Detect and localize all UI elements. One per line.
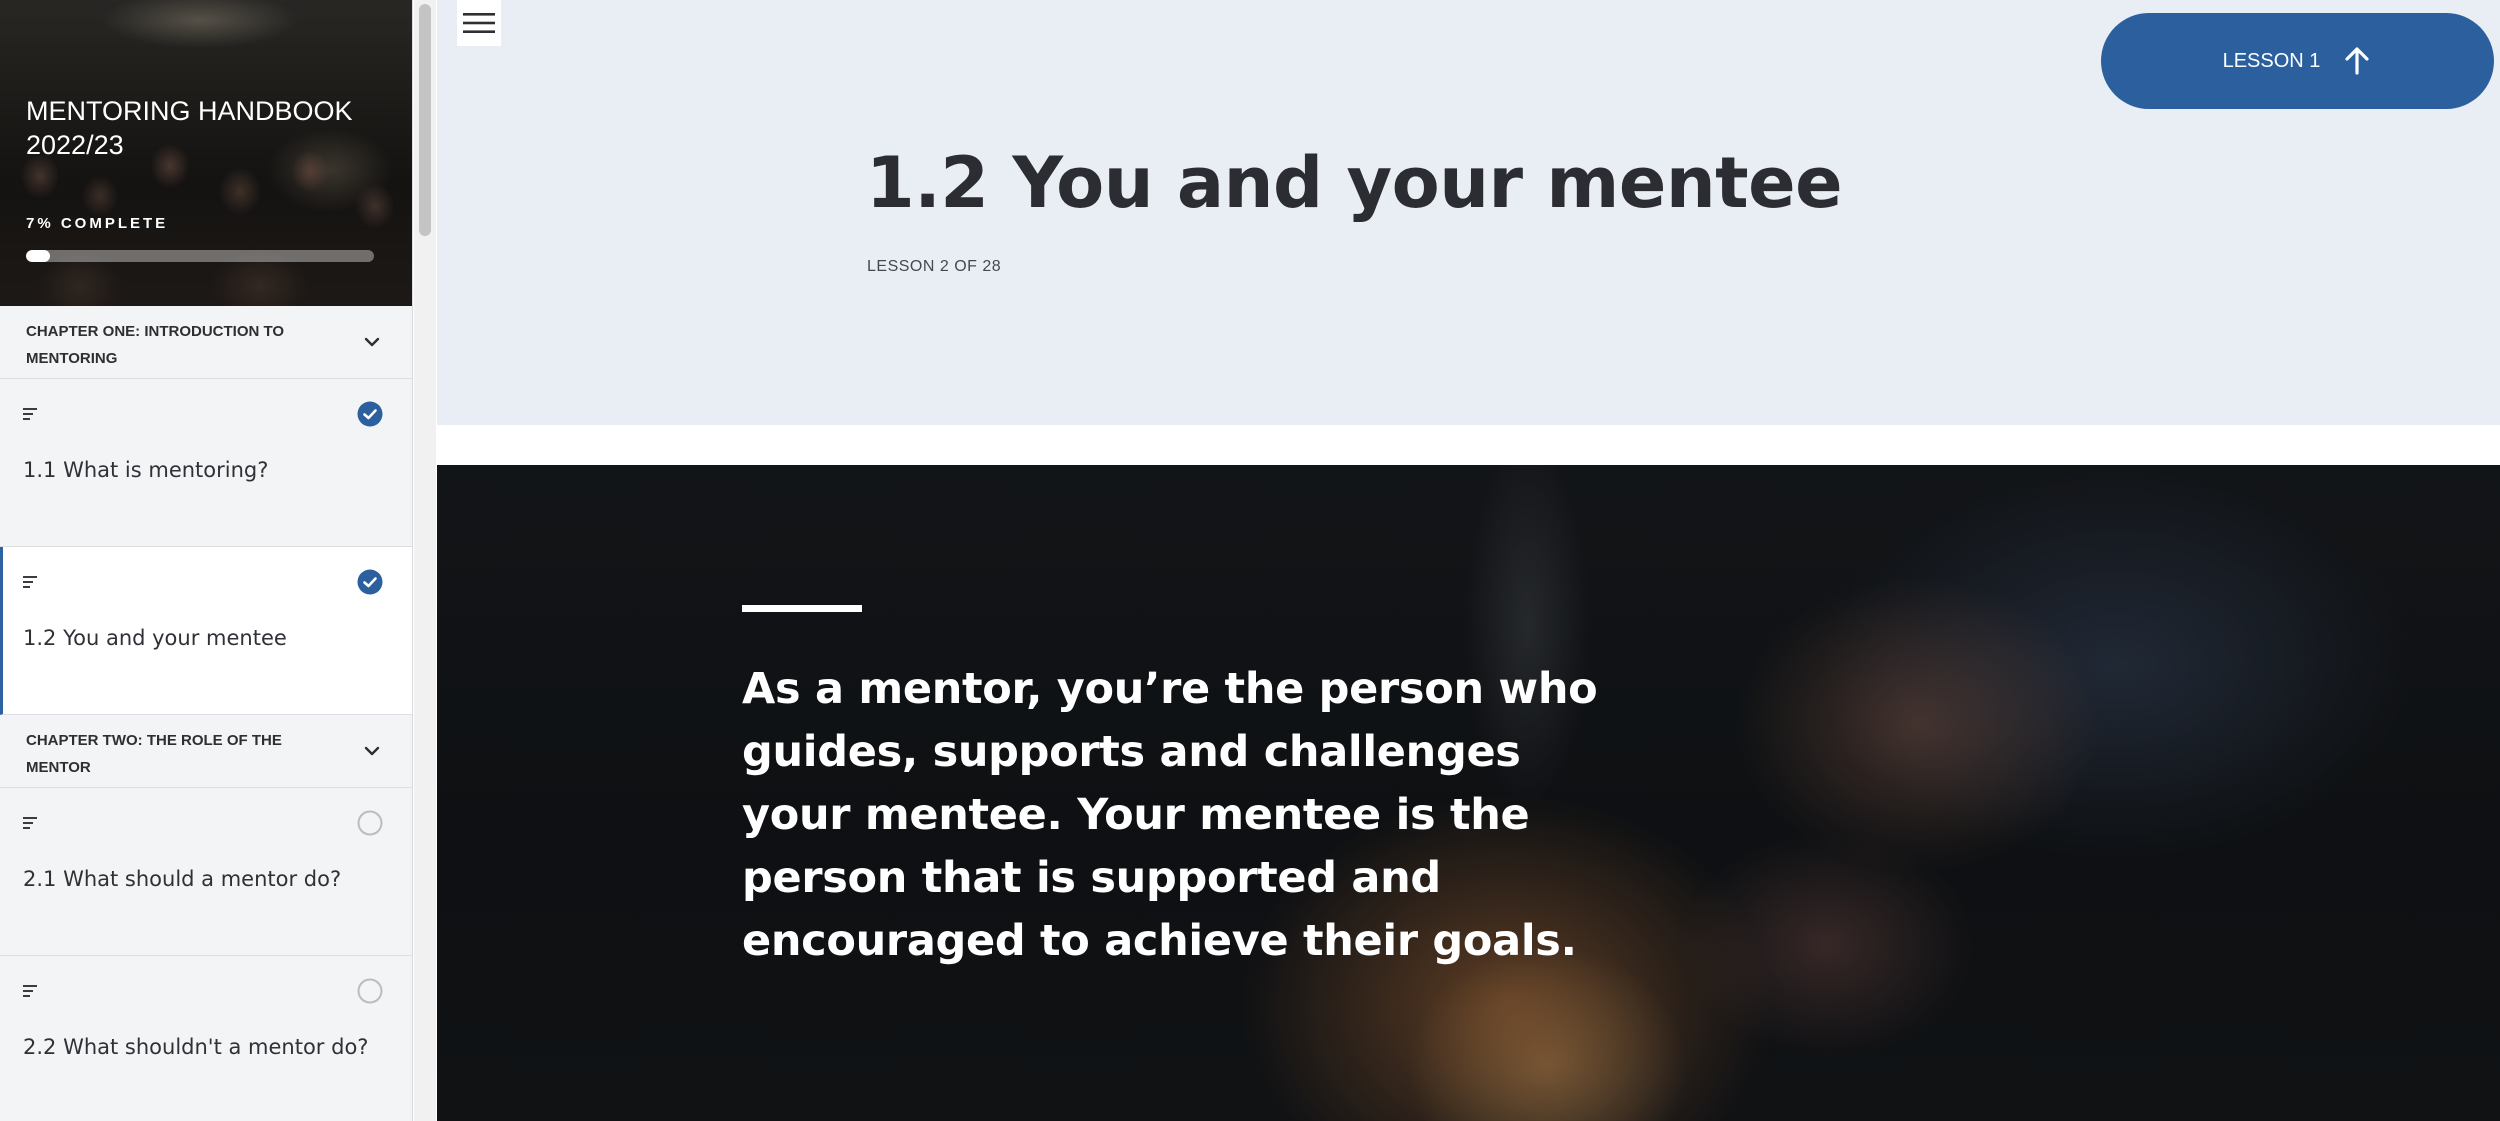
sidebar-scrollbar[interactable]: [414, 0, 436, 1121]
sidebar-scrollbar-thumb[interactable]: [419, 4, 431, 236]
section-divider: [437, 425, 2500, 465]
text-lines-icon: [23, 576, 37, 588]
chapter-label: CHAPTER TWO: THE ROLE OF THE MENTOR: [26, 732, 282, 776]
check-circle-icon: [357, 569, 383, 595]
lesson-title-heading: 1.2 You and your mentee: [866, 142, 1843, 224]
progress-label: 7% COMPLETE: [26, 215, 169, 232]
progress-bar-fill: [26, 250, 51, 262]
lesson-title: 2.2 What shouldn't a mentor do?: [23, 1035, 369, 1059]
quote-banner: As a mentor, you’re the person who guide…: [437, 465, 2500, 1121]
previous-lesson-button[interactable]: LESSON 1: [2101, 13, 2494, 109]
sidebar-lesson-1-1[interactable]: 1.1 What is mentoring?: [0, 379, 412, 547]
hamburger-icon: [463, 13, 495, 33]
nav-button-label: LESSON 1: [2222, 49, 2321, 72]
course-cover-image: MENTORING HANDBOOK 2022/23 7% COMPLETE: [0, 0, 412, 306]
text-lines-icon: [23, 408, 37, 420]
text-lines-icon: [23, 985, 37, 997]
chevron-down-icon: [364, 337, 380, 347]
lesson-header: LESSON 1 1.2 You and your mentee LESSON …: [437, 0, 2500, 425]
menu-toggle-button[interactable]: [457, 0, 501, 46]
empty-circle-icon: [357, 978, 383, 1004]
check-circle-icon: [357, 401, 383, 427]
lesson-title: 1.1 What is mentoring?: [23, 458, 269, 482]
lesson-content: LESSON 1 1.2 You and your mentee LESSON …: [437, 0, 2500, 1121]
sidebar-lesson-2-1[interactable]: 2.1 What should a mentor do?: [0, 788, 412, 956]
text-lines-icon: [23, 817, 37, 829]
sidebar-lesson-1-2[interactable]: 1.2 You and your mentee: [0, 547, 412, 715]
chapter-two-header[interactable]: CHAPTER TWO: THE ROLE OF THE MENTOR: [0, 715, 412, 788]
chevron-down-icon: [364, 746, 380, 756]
chapter-label: CHAPTER ONE: INTRODUCTION TO MENTORING: [26, 323, 285, 367]
lesson-counter: LESSON 2 OF 28: [867, 258, 1002, 275]
chapter-one-header[interactable]: CHAPTER ONE: INTRODUCTION TO MENTORING: [0, 306, 412, 379]
quote-accent-rule: [742, 605, 862, 612]
lesson-title: 1.2 You and your mentee: [23, 626, 287, 650]
empty-circle-icon: [357, 810, 383, 836]
arrow-up-icon: [2345, 47, 2370, 75]
progress-bar: [26, 250, 374, 262]
sidebar-lesson-2-2[interactable]: 2.2 What shouldn't a mentor do?: [0, 956, 412, 1121]
lesson-title: 2.1 What should a mentor do?: [23, 867, 342, 891]
quote-text: As a mentor, you’re the person who guide…: [742, 664, 1598, 966]
course-title: MENTORING HANDBOOK 2022/23: [26, 96, 353, 160]
lesson-outline: CHAPTER ONE: INTRODUCTION TO MENTORING 1…: [0, 306, 412, 1121]
course-sidebar: MENTORING HANDBOOK 2022/23 7% COMPLETE C…: [0, 0, 413, 1121]
